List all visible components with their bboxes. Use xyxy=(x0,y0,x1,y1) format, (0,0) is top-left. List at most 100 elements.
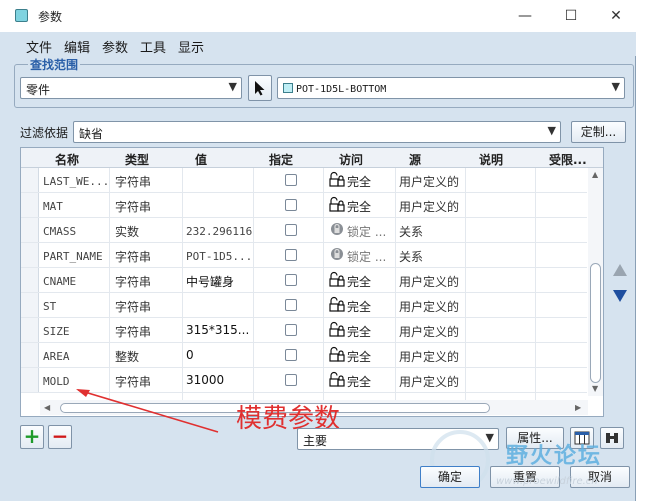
param-type[interactable]: 字符串 xyxy=(115,373,151,390)
col-source[interactable]: 源 xyxy=(409,151,421,168)
param-value[interactable]: 315*315... xyxy=(186,323,249,337)
param-type[interactable]: 字符串 xyxy=(115,273,151,290)
param-name[interactable]: CMASS xyxy=(43,225,76,238)
param-type[interactable]: 字符串 xyxy=(115,248,151,265)
menu-display[interactable]: 显示 xyxy=(178,37,204,56)
scroll-left-icon[interactable]: ◀ xyxy=(44,403,50,412)
scroll-down-icon[interactable]: ▼ xyxy=(592,384,598,393)
param-type[interactable]: 字符串 xyxy=(115,323,151,340)
scope-type-select[interactable]: 零件 ▼ xyxy=(20,77,242,99)
table-row[interactable]: CMASS 实数 232.296116 锁定 ... 关系 xyxy=(21,218,587,243)
param-name[interactable]: ST xyxy=(43,300,56,313)
ok-button[interactable]: 确定 xyxy=(420,466,480,488)
move-down-arrow-icon[interactable] xyxy=(612,288,628,304)
menu-edit[interactable]: 编辑 xyxy=(64,37,90,56)
designate-checkbox[interactable] xyxy=(285,174,297,186)
param-source[interactable]: 用户定义的 xyxy=(399,323,459,340)
col-designate[interactable]: 指定 xyxy=(269,151,293,168)
table-row[interactable]: PART_NAME 字符串 POT-1D5... 锁定 ... 关系 xyxy=(21,243,587,268)
table-row[interactable]: CNAME 字符串 中号罐身 完全 用户定义的 xyxy=(21,268,587,293)
row-header[interactable] xyxy=(21,268,39,292)
param-type[interactable]: 实数 xyxy=(115,223,139,240)
param-source[interactable]: 用户定义的 xyxy=(399,348,459,365)
row-header[interactable] xyxy=(21,168,39,192)
menu-tools[interactable]: 工具 xyxy=(140,37,166,56)
param-source[interactable]: 用户定义的 xyxy=(399,173,459,190)
param-name[interactable]: MAT xyxy=(43,200,63,213)
param-type[interactable]: 字符串 xyxy=(115,198,151,215)
minimize-button[interactable]: — xyxy=(505,4,545,28)
table-row[interactable]: AREA 整数 0 完全 用户定义的 xyxy=(21,343,587,368)
designate-checkbox[interactable] xyxy=(285,299,297,311)
scroll-up-icon[interactable]: ▲ xyxy=(592,170,598,179)
table-row[interactable]: SIZE 字符串 315*315... 完全 用户定义的 xyxy=(21,318,587,343)
table-row[interactable]: LAST_WE... 字符串 完全 用户定义的 xyxy=(21,168,587,193)
param-type[interactable]: 整数 xyxy=(115,348,139,365)
maximize-button[interactable]: ☐ xyxy=(551,4,591,28)
col-description[interactable]: 说明 xyxy=(479,151,503,168)
move-up-arrow-icon[interactable] xyxy=(612,262,628,278)
table-row[interactable]: MAT 字符串 完全 用户定义的 xyxy=(21,193,587,218)
param-access[interactable]: 完全 xyxy=(347,273,371,290)
row-header[interactable] xyxy=(21,293,39,317)
param-access[interactable]: 完全 xyxy=(347,348,371,365)
param-access[interactable]: 完全 xyxy=(347,298,371,315)
param-source[interactable]: 用户定义的 xyxy=(399,198,459,215)
param-type[interactable]: 字符串 xyxy=(115,298,151,315)
customize-button[interactable]: 定制... xyxy=(571,121,626,143)
param-access[interactable]: 锁定 ... xyxy=(347,223,386,240)
param-source[interactable]: 关系 xyxy=(399,248,423,265)
col-access[interactable]: 访问 xyxy=(339,151,363,168)
param-name[interactable]: SIZE xyxy=(43,325,70,338)
find-button[interactable] xyxy=(600,427,624,449)
param-name[interactable]: CNAME xyxy=(43,275,76,288)
param-value[interactable]: POT-1D5... xyxy=(186,250,252,263)
param-value[interactable]: 中号罐身 xyxy=(186,273,234,290)
table-row[interactable]: MOLD 字符串 31000 完全 用户定义的 xyxy=(21,368,587,393)
param-access[interactable]: 完全 xyxy=(347,198,371,215)
param-source[interactable]: 用户定义的 xyxy=(399,298,459,315)
param-access[interactable]: 完全 xyxy=(347,323,371,340)
select-model-button[interactable] xyxy=(248,75,272,101)
param-name[interactable]: MOLD xyxy=(43,375,70,388)
param-type[interactable]: 字符串 xyxy=(115,173,151,190)
param-name[interactable]: AREA xyxy=(43,350,70,363)
row-header[interactable] xyxy=(21,343,39,367)
filter-select[interactable]: 缺省 ▼ xyxy=(73,121,561,143)
param-source[interactable]: 用户定义的 xyxy=(399,373,459,390)
param-source[interactable]: 关系 xyxy=(399,223,423,240)
param-value[interactable]: 0 xyxy=(186,348,194,362)
row-header[interactable] xyxy=(21,218,39,242)
designate-checkbox[interactable] xyxy=(285,274,297,286)
col-type[interactable]: 类型 xyxy=(125,151,149,168)
menu-parameters[interactable]: 参数 xyxy=(102,37,128,56)
menu-file[interactable]: 文件 xyxy=(26,37,52,56)
col-name[interactable]: 名称 xyxy=(55,151,79,168)
row-header[interactable] xyxy=(21,318,39,342)
designate-checkbox[interactable] xyxy=(285,324,297,336)
param-access[interactable]: 完全 xyxy=(347,173,371,190)
vertical-scrollbar[interactable]: ▲ ▼ xyxy=(588,168,603,396)
remove-parameter-button[interactable]: − xyxy=(48,425,72,449)
param-name[interactable]: PART_NAME xyxy=(43,250,103,263)
close-button[interactable]: ✕ xyxy=(596,4,636,28)
col-value[interactable]: 值 xyxy=(195,151,207,168)
param-name[interactable]: LAST_WE... xyxy=(43,175,109,188)
param-value[interactable]: 31000 xyxy=(186,373,224,387)
row-header[interactable] xyxy=(21,193,39,217)
col-restricted[interactable]: 受限... xyxy=(549,151,587,168)
row-header[interactable] xyxy=(21,368,39,392)
designate-checkbox[interactable] xyxy=(285,249,297,261)
designate-checkbox[interactable] xyxy=(285,199,297,211)
designate-checkbox[interactable] xyxy=(285,349,297,361)
vertical-scroll-thumb[interactable] xyxy=(590,263,601,383)
param-value[interactable]: 232.296116 xyxy=(186,225,252,238)
param-access[interactable]: 完全 xyxy=(347,373,371,390)
param-access[interactable]: 锁定 ... xyxy=(347,248,386,265)
scroll-right-icon[interactable]: ▶ xyxy=(575,403,581,412)
table-row[interactable]: ST 字符串 完全 用户定义的 xyxy=(21,293,587,318)
designate-checkbox[interactable] xyxy=(285,374,297,386)
param-source[interactable]: 用户定义的 xyxy=(399,273,459,290)
add-parameter-button[interactable]: + xyxy=(20,425,44,449)
designate-checkbox[interactable] xyxy=(285,224,297,236)
